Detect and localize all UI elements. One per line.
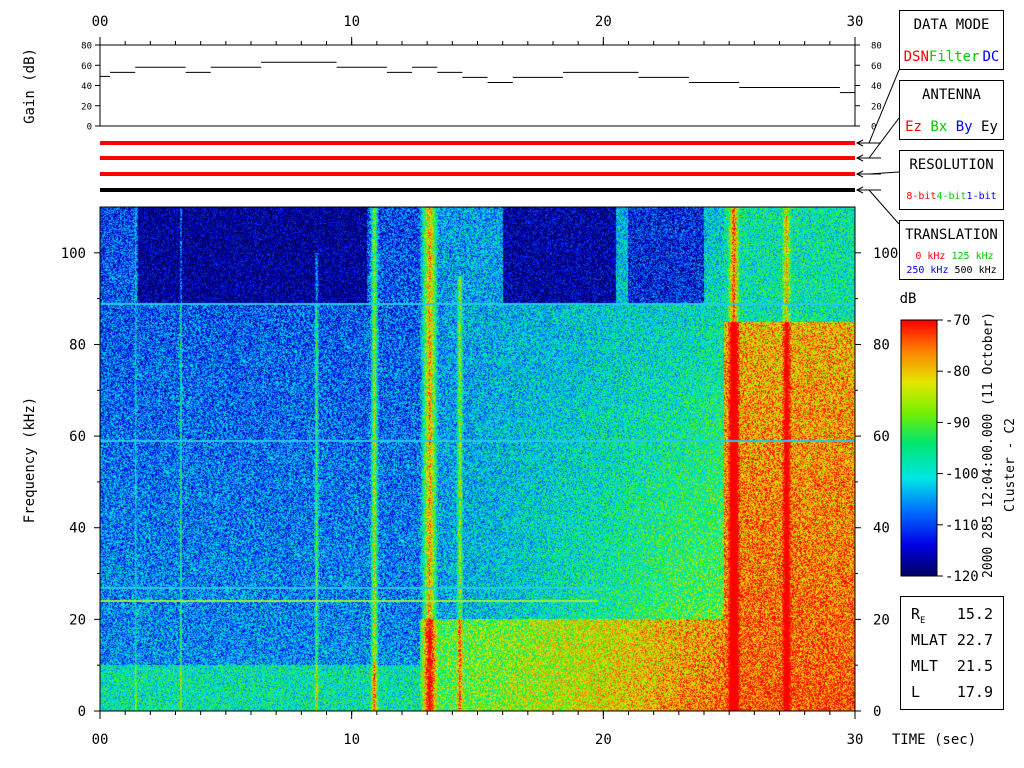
spec-ytick-label: 60 [69,429,86,445]
colorbar: -70 -80 -90 -100 -110 -120 dB 2000 285 12:04:00… [900,291,1018,585]
colorbar-tick-label: -110 [945,518,979,534]
colorbar-unit: dB [900,291,917,307]
gain-ytick-label-right: 40 [871,82,882,92]
gain-ytick-label: 60 [81,62,92,72]
spec-ytick-label-right: 80 [873,337,890,353]
gain-xtick-label: 20 [595,14,612,30]
translation-item-0khz: 0 kHz [915,251,946,262]
gain-ytick-label-right: 80 [871,42,882,52]
orbit-label-mlat: MLAT [911,631,948,649]
antenna-box: ANTENNA Ez Bx By Ey [899,80,1004,140]
mode-bars [100,141,855,192]
resolution-item-1bit: 1-bit [966,191,997,202]
colorbar-tick-label: -120 [945,569,979,585]
legend-connectors [855,69,900,225]
orbit-row-re: RE 15.2 [907,605,997,629]
spectrogram-canvas-holder [100,207,855,711]
orbit-value-re: 15.2 [956,605,993,623]
antenna-title: ANTENNA [921,87,981,103]
translation-item-125khz: 125 kHz [951,251,994,262]
connector-resolution [868,171,900,175]
gain-ylabel: Gain (dB) [22,48,38,124]
spec-ytick-label-right: 0 [873,704,881,720]
spec-ytick-label: 20 [69,612,86,628]
translation-item-500khz: 500 kHz [954,265,997,276]
antenna-items: Ez Bx By Ey [900,119,1003,135]
spec-xlabel: TIME (sec) [892,732,976,748]
spacecraft-annotation: Cluster - C2 [1003,418,1018,512]
spec-xtick-label: 10 [343,732,360,748]
resolution-items: 8-bit4-bit1-bit [900,191,1003,202]
colorbar-image [901,320,937,576]
resolution-item-8bit: 8-bit [906,191,937,202]
colorbar-tick-label: -70 [945,313,970,329]
spec-ytick-label-right: 40 [873,521,890,537]
data-mode-item-dc: DC [982,49,1000,65]
gain-ytick-label-right: 60 [871,62,882,72]
translation-row-2: 250 kHz 500 kHz [900,265,1003,276]
data-mode-box: DATA MODE DSNFilter DC [899,10,1004,70]
timestamp-annotation: 2000 285 12:04:00.000 (11 October) [981,312,996,578]
translation-box: TRANSLATION 0 kHz 125 kHz 250 kHz 500 kH… [899,220,1004,280]
colorbar-tick-label: -90 [945,415,970,431]
translation-title: TRANSLATION [905,227,998,243]
antenna-item-ey: Ey [981,119,998,135]
colorbar-tick-label: -80 [945,364,970,380]
gain-ytick-label: 0 [87,123,92,133]
spec-xtick-label: 20 [595,732,612,748]
gain-xtick-label: 30 [847,14,864,30]
orbit-label-mlt: MLT [911,657,939,675]
spec-ytick-label: 40 [69,521,86,537]
gain-xtick-label: 00 [92,14,109,30]
spec-ytick-label: 80 [69,337,86,353]
orbit-label-l: L [911,683,921,701]
orbit-info-box: RE 15.2 MLAT 22.7 MLT 21.5 L 17.9 [900,596,1004,710]
translation-row-1: 0 kHz 125 kHz [900,251,1003,262]
spectrogram-image [100,207,855,711]
translation-item-250khz: 250 kHz [906,265,949,276]
orbit-value-mlt: 21.5 [956,657,993,675]
orbit-row-mlat: MLAT 22.7 [907,631,997,655]
orbit-row-mlt: MLT 21.5 [907,657,997,681]
figure-svg: 80 8060 6040 4020 200 000 10 20 30Gain (dB) 00 10… [22,14,1018,748]
resolution-box: RESOLUTION 8-bit4-bit1-bit [899,150,1004,210]
gain-ytick-label: 40 [81,82,92,92]
data-mode-item-dsn: DSN [903,49,929,65]
spec-ytick-label: 0 [78,704,86,720]
orbit-row-l: L 17.9 [907,683,997,707]
data-mode-title: DATA MODE [913,17,990,33]
gain-xtick-label: 10 [343,14,360,30]
spectrogram-panel: 00 10 20 300 020 2040 4060 6080 80100 100Frequenc… [22,206,976,748]
spec-ytick-label-right: 20 [873,612,890,628]
spec-xtick-label: 30 [847,732,864,748]
antenna-item-by: By [955,119,973,135]
antenna-item-ez: Ez [905,119,922,135]
gain-panel: 80 8060 6040 4020 200 000 10 20 30Gain (dB) [22,14,882,133]
spec-xtick-label: 00 [92,732,109,748]
gain-ytick-label: 80 [81,42,92,52]
orbit-label-re: RE [911,605,926,626]
resolution-title: RESOLUTION [909,157,994,173]
gain-ytick-label: 20 [81,102,92,112]
colorbar-holder [901,320,937,576]
gain-frame [99,44,856,127]
connector-translation [868,189,900,225]
resolution-item-4bit: 4-bit [936,191,967,202]
spec-ylabel: Frequency (kHz) [22,397,38,523]
antenna-item-bx: Bx [930,119,948,135]
spec-ytick-label-right: 100 [873,246,898,262]
spec-ytick-label: 100 [61,246,86,262]
orbit-value-l: 17.9 [956,683,993,701]
data-mode-items: DSNFilter DC [900,49,1003,65]
spec-ytick-label-right: 60 [873,429,890,445]
gain-ytick-label-right: 20 [871,102,882,112]
orbit-value-mlat: 22.7 [956,631,993,649]
data-mode-item-filter: Filter [928,49,980,65]
colorbar-tick-label: -100 [945,467,979,483]
figure-root: 80 80 60 60 40 40 20 20 0 0 00 10 20 30 Gain (dB) 00 10… [0,0,1024,768]
